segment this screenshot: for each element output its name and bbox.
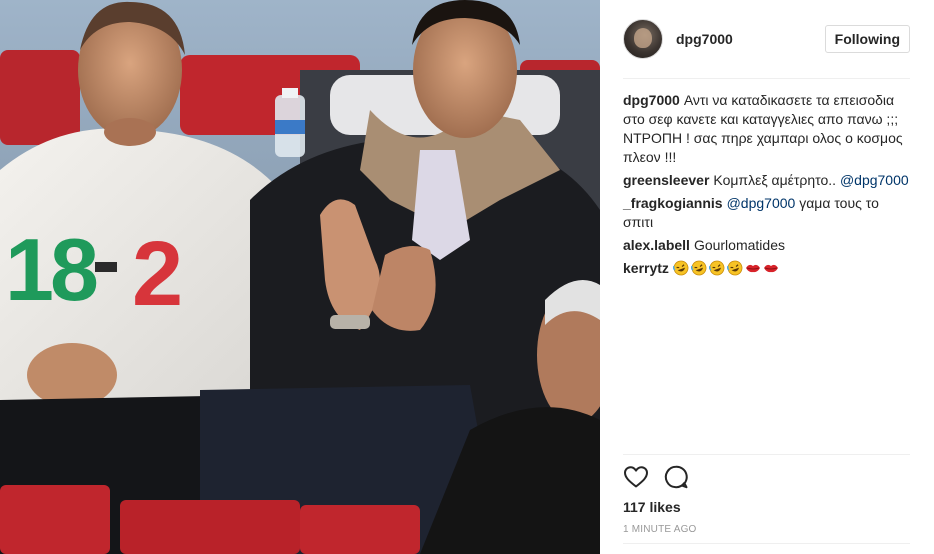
caption: dpg7000 Αντι να καταδικασετε τα επεισοδια… — [623, 91, 910, 167]
instagram-post: 18 2 dpg7000 Following dpg7000 Αντι να κ… — [0, 0, 934, 554]
emoji-row — [672, 260, 781, 276]
likes-count[interactable]: 117 likes — [623, 499, 681, 515]
post-photo[interactable]: 18 2 — [0, 0, 600, 554]
avatar[interactable] — [623, 19, 663, 59]
photo-image: 18 2 — [0, 0, 600, 554]
comment-username[interactable]: alex.labell — [623, 237, 690, 253]
comment-item: alex.labell Gourlomatides — [623, 236, 910, 255]
kiss-lips-emoji — [763, 264, 778, 273]
following-button[interactable]: Following — [824, 25, 910, 53]
actions-divider — [623, 454, 910, 455]
kiss-lips-emoji — [745, 264, 760, 273]
svg-text:2: 2 — [132, 223, 183, 325]
comment-username[interactable]: _fragkogiannis — [623, 195, 723, 211]
post-timestamp[interactable]: 1 MINUTE AGO — [623, 524, 697, 535]
rolling-laughing-emoji — [672, 260, 689, 276]
rolling-laughing-emoji — [708, 260, 725, 276]
header-divider — [623, 78, 910, 79]
comment-mention[interactable]: @dpg7000 — [727, 195, 796, 211]
heart-outline-icon[interactable] — [623, 464, 649, 490]
comment-text: Gourlomatides — [693, 237, 785, 253]
comment-item: _fragkogiannis @dpg7000 γαμα τους το σπιτ… — [623, 194, 910, 232]
comment-item: kerrytz — [623, 259, 910, 278]
comment-mention[interactable]: @dpg7000 — [840, 172, 909, 188]
post-sidebar: dpg7000 Following dpg7000 Αντι να καταδικ… — [600, 0, 934, 554]
rolling-laughing-emoji — [690, 260, 707, 276]
comment-list: dpg7000 Αντι να καταδικασετε τα επεισοδια… — [623, 91, 910, 282]
action-bar — [623, 462, 910, 492]
comment-username[interactable]: greensleever — [623, 172, 709, 188]
caption-username[interactable]: dpg7000 — [623, 92, 680, 108]
footer-divider — [623, 543, 910, 544]
svg-text:18: 18 — [5, 220, 97, 319]
comment-bubble-icon[interactable] — [663, 464, 689, 490]
post-header: dpg7000 Following — [623, 18, 910, 60]
comment-text: Κομπλεξ αμέτρητο.. — [713, 172, 840, 188]
rolling-laughing-emoji — [726, 260, 743, 276]
header-username[interactable]: dpg7000 — [676, 31, 733, 47]
comment-item: greensleever Κομπλεξ αμέτρητο.. @dpg7000 — [623, 171, 910, 190]
comment-username[interactable]: kerrytz — [623, 260, 669, 276]
